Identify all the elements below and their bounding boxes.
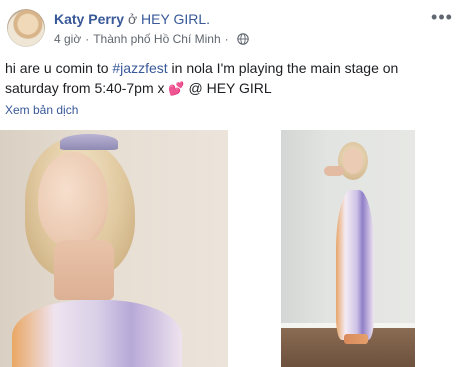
photo-face [38,152,108,247]
place-link[interactable]: HEY GIRL. [141,11,210,27]
photo-neck [54,240,114,300]
meta-separator: · [85,32,90,46]
post-title-line: Katy Perry ở HEY GIRL. [54,10,210,28]
author-name-link[interactable]: Katy Perry [54,11,124,27]
photo-full-length[interactable] [232,130,466,367]
post-location[interactable]: Thành phố Hồ Chí Minh [93,31,220,47]
photo-portrait[interactable] [0,130,228,367]
post-time[interactable]: 4 giờ [54,31,81,47]
post-text-end: @ HEY GIRL [184,80,272,96]
meta-separator: · [224,32,229,46]
tiara [60,134,118,150]
photo-shoes [344,334,368,344]
at-connector: ở [127,11,138,27]
more-options-icon[interactable]: ••• [430,8,454,27]
heart-emoji: 💕 [168,81,185,96]
facebook-post: Katy Perry ở HEY GIRL. 4 giờ · Thành phố… [0,0,466,367]
globe-icon[interactable] [236,33,249,45]
post-text: hi are u comin to #jazzfest in nola I'm … [5,58,455,99]
profile-avatar[interactable] [7,9,45,47]
photo-dress [336,190,374,340]
post-header: Katy Perry ở HEY GIRL. 4 giờ · Thành phố… [0,0,466,52]
photo-dress [12,300,182,367]
photo-grid [0,130,466,367]
photo-face [343,148,363,174]
photo-arm [324,166,344,176]
post-text-start: hi are u comin to [5,60,113,76]
post-meta: 4 giờ · Thành phố Hồ Chí Minh · [54,31,249,47]
hashtag-link[interactable]: #jazzfest [112,60,167,76]
see-translation-link[interactable]: Xem bản dịch [5,103,78,117]
